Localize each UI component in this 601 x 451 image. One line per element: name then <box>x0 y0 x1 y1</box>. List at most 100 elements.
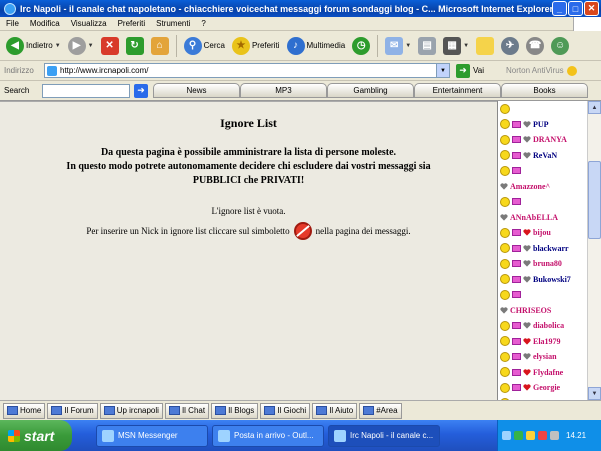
envelope-icon[interactable] <box>512 151 521 159</box>
discuss-button[interactable] <box>474 34 496 58</box>
mail-dropdown-icon[interactable]: ▼ <box>405 43 411 49</box>
user-list-item[interactable]: DRANYA <box>498 132 601 148</box>
task-msn-messenger[interactable]: MSN Messenger <box>96 424 208 447</box>
go-button[interactable]: ➜ Vai <box>456 63 484 78</box>
search-input[interactable] <box>42 83 130 98</box>
envelope-icon[interactable] <box>512 260 521 268</box>
tab-news[interactable]: News <box>153 83 240 98</box>
norton-antivirus-button[interactable]: Norton AntiVirus <box>506 65 577 76</box>
envelope-icon[interactable] <box>512 120 521 128</box>
tab-mp3[interactable]: MP3 <box>240 83 327 98</box>
nav-tab-aiuto[interactable]: Il Aiuto <box>312 402 358 419</box>
user-list-item[interactable] <box>498 287 601 303</box>
print-button[interactable]: ▤ <box>416 34 438 58</box>
nav-tab-blogs[interactable]: Il Blogs <box>211 402 259 419</box>
menu-file[interactable]: File <box>6 19 19 28</box>
address-field[interactable]: ▼ <box>44 63 450 78</box>
scroll-down-icon[interactable]: ▼ <box>588 387 601 400</box>
history-button[interactable]: ◷ <box>350 34 372 58</box>
user-list-scrollbar[interactable]: ▲ ▼ <box>587 101 601 400</box>
user-list-item[interactable]: CHRISEOS <box>498 303 601 319</box>
system-tray: 14.21 <box>497 420 601 451</box>
user-list-item[interactable]: ANnAbELLA <box>498 210 601 226</box>
envelope-icon[interactable] <box>512 167 521 175</box>
task-outlook[interactable]: Posta in arrivo - Outl... <box>212 424 324 447</box>
tab-gambling[interactable]: Gambling <box>327 83 414 98</box>
research-button[interactable]: ✈ <box>499 34 521 58</box>
user-list-item[interactable]: bijou <box>498 225 601 241</box>
user-list-item[interactable]: Ela1979 <box>498 334 601 350</box>
maximize-button[interactable]: □ <box>568 1 583 16</box>
tray-norton-icon[interactable] <box>526 431 535 440</box>
start-button[interactable]: start <box>0 420 72 451</box>
edit-button[interactable]: ▦ ▼ <box>441 34 471 58</box>
edit-dropdown-icon[interactable]: ▼ <box>463 43 469 49</box>
window-titlebar[interactable]: Irc Napoli - il canale chat napoletano -… <box>0 0 601 17</box>
user-list-item[interactable]: ReVaN <box>498 148 601 164</box>
nav-tab-forum[interactable]: Il Forum <box>47 402 98 419</box>
favorites-button[interactable]: ★ Preferiti <box>230 34 282 58</box>
nav-tab-up[interactable]: Up ircnapoli <box>99 402 163 419</box>
menu-strumenti[interactable]: Strumenti <box>156 19 190 28</box>
user-list-item[interactable]: Georgie <box>498 380 601 396</box>
messenger-button[interactable]: ☎ <box>524 34 546 58</box>
menu-preferiti[interactable]: Preferiti <box>118 19 146 28</box>
envelope-icon[interactable] <box>512 244 521 252</box>
nav-tab-area[interactable]: #Area <box>359 402 402 419</box>
media-button[interactable]: ♪ Multimedia <box>285 34 348 58</box>
menu-modifica[interactable]: Modifica <box>30 19 60 28</box>
nav-tab-home[interactable]: Home <box>3 402 46 419</box>
tray-volume-icon[interactable] <box>550 431 559 440</box>
nav-tab-aiuto-label: Il Aiuto <box>329 406 354 415</box>
home-button[interactable]: ⌂ <box>149 34 171 58</box>
mail-button[interactable]: ✉ ▼ <box>383 34 413 58</box>
search-go-icon[interactable]: ➜ <box>134 83 148 98</box>
nav-tab-giochi[interactable]: Il Giochi <box>260 402 311 419</box>
nav-tab-chat[interactable]: Il Chat <box>164 402 210 419</box>
tray-security-icon[interactable] <box>538 431 547 440</box>
tray-help-icon[interactable] <box>502 431 511 440</box>
user-list-item[interactable]: elysian <box>498 349 601 365</box>
back-button[interactable]: ◀ Indietro ▼ <box>4 34 63 58</box>
address-input[interactable] <box>60 66 430 75</box>
menu-visualizza[interactable]: Visualizza <box>71 19 107 28</box>
user-list-item[interactable] <box>498 194 601 210</box>
envelope-icon[interactable] <box>512 337 521 345</box>
menu-help[interactable]: ? <box>201 19 205 28</box>
envelope-icon[interactable] <box>512 322 521 330</box>
user-list-item[interactable]: blackwarr <box>498 241 601 257</box>
envelope-icon[interactable] <box>512 229 521 237</box>
scroll-up-icon[interactable]: ▲ <box>588 101 601 114</box>
user-list-item[interactable]: PUP <box>498 117 601 133</box>
user-list-item[interactable]: Bukowski7 <box>498 272 601 288</box>
minimize-button[interactable]: _ <box>552 1 567 16</box>
envelope-icon[interactable] <box>512 368 521 376</box>
tab-books[interactable]: Books <box>501 83 588 98</box>
close-button[interactable]: ✕ <box>584 1 599 16</box>
task-internet-explorer[interactable]: Irc Napoli - il canale c... <box>328 424 440 447</box>
user-list-item[interactable]: Amazzone^ <box>498 179 601 195</box>
forward-dropdown-icon[interactable]: ▼ <box>88 43 94 49</box>
forward-button[interactable]: ▶ ▼ <box>66 34 96 58</box>
user-list-item[interactable]: bruna80 <box>498 256 601 272</box>
window-title: Irc Napoli - il canale chat napoletano -… <box>20 3 554 14</box>
back-dropdown-icon[interactable]: ▼ <box>55 43 61 49</box>
address-dropdown-icon[interactable]: ▼ <box>436 64 449 77</box>
stop-button[interactable]: ✕ <box>99 34 121 58</box>
refresh-button[interactable]: ↻ <box>124 34 146 58</box>
user-list-item[interactable]: diabolica <box>498 318 601 334</box>
search-button[interactable]: ⚲ Cerca <box>182 34 227 58</box>
envelope-icon[interactable] <box>512 353 521 361</box>
user-list-item[interactable]: Flydafne <box>498 365 601 381</box>
user-list-item[interactable] <box>498 101 601 117</box>
msn-buddies-button[interactable]: ☺ <box>549 34 571 58</box>
user-list-item[interactable] <box>498 163 601 179</box>
tray-network-icon[interactable] <box>514 431 523 440</box>
envelope-icon[interactable] <box>512 291 521 299</box>
envelope-icon[interactable] <box>512 198 521 206</box>
scroll-thumb[interactable] <box>588 161 601 239</box>
tab-entertainment[interactable]: Entertainment <box>414 83 501 98</box>
envelope-icon[interactable] <box>512 275 521 283</box>
envelope-icon[interactable] <box>512 384 521 392</box>
envelope-icon[interactable] <box>512 136 521 144</box>
